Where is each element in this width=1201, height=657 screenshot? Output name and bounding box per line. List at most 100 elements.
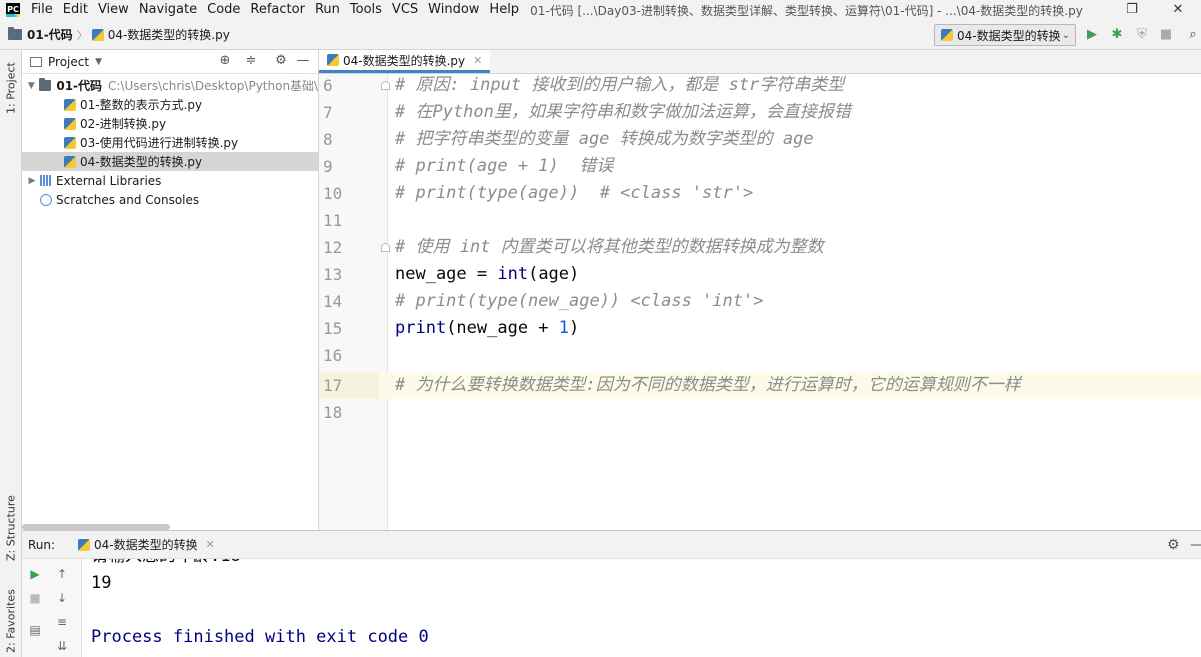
breadcrumb-project[interactable]: 01-代码 〉 bbox=[0, 26, 90, 43]
chevron-right-icon: 〉 bbox=[76, 28, 88, 42]
code-editor[interactable]: 04-数据类型的转换.py ✕ 6 # 原因: input 接收到的用户输入，都… bbox=[319, 50, 1201, 530]
tree-external-libraries[interactable]: ▶ External Libraries bbox=[22, 171, 318, 190]
tree-file-item-selected[interactable]: 04-数据类型的转换.py bbox=[22, 152, 318, 171]
code-text: (age) bbox=[528, 264, 580, 284]
code-line: 6 # 原因: input 接收到的用户输入，都是 str字符串类型 bbox=[319, 72, 1201, 99]
tree-root-folder[interactable]: ▼ 01-代码 C:\Users\chris\Desktop\Python基础\… bbox=[22, 76, 318, 95]
menu-vcs[interactable]: VCS bbox=[387, 0, 423, 20]
line-number: 10 bbox=[323, 184, 343, 203]
close-icon[interactable]: ✕ bbox=[473, 54, 482, 67]
line-number: 6 bbox=[323, 76, 333, 95]
menu-navigate[interactable]: Navigate bbox=[134, 0, 202, 20]
code-comment: # print(type(new_age)) <class 'int'> bbox=[395, 291, 764, 311]
code-comment: # 把字符串类型的变量 age 转换成为数字类型的 age bbox=[395, 129, 814, 149]
code-comment: # 使用 int 内置类可以将其他类型的数据转换成为整数 bbox=[395, 237, 824, 257]
restore-window-icon[interactable]: ❐ bbox=[1109, 0, 1155, 20]
menu-tools[interactable]: Tools bbox=[345, 0, 387, 20]
project-panel-title[interactable]: Project bbox=[48, 55, 89, 69]
run-label: Run: bbox=[28, 537, 56, 552]
line-number: 7 bbox=[323, 103, 333, 122]
run-icon[interactable]: ▶ bbox=[1084, 27, 1100, 43]
menu-edit[interactable]: Edit bbox=[58, 0, 93, 20]
close-window-icon[interactable]: ✕ bbox=[1155, 0, 1201, 20]
line-number: 15 bbox=[323, 319, 343, 338]
editor-tab-bar: 04-数据类型的转换.py ✕ bbox=[319, 50, 1201, 74]
menu-window[interactable]: Window bbox=[423, 0, 484, 20]
pycharm-logo-icon: PC bbox=[6, 3, 20, 17]
line-number: 17 bbox=[319, 372, 379, 399]
line-number: 11 bbox=[323, 211, 343, 230]
breadcrumb-file[interactable]: 04-数据类型的转换.py bbox=[90, 26, 230, 43]
run-configuration-select[interactable]: 04-数据类型的转换 ⌄ bbox=[934, 24, 1076, 46]
menu-refactor[interactable]: Refactor bbox=[245, 0, 310, 20]
external-libraries-label: External Libraries bbox=[56, 173, 162, 188]
code-line: 11 bbox=[319, 207, 1201, 234]
breadcrumb-file-label: 04-数据类型的转换.py bbox=[107, 28, 230, 42]
tree-file-item[interactable]: 02-进制转换.py bbox=[22, 114, 318, 133]
scratches-label: Scratches and Consoles bbox=[56, 192, 200, 207]
tree-file-item[interactable]: 01-整数的表示方式.py bbox=[22, 95, 318, 114]
run-tab-label: 04-数据类型的转换 bbox=[94, 538, 198, 552]
fold-marker-icon[interactable] bbox=[381, 243, 390, 252]
hide-icon[interactable]: — bbox=[294, 53, 312, 68]
tree-scratches[interactable]: Scratches and Consoles bbox=[22, 190, 318, 209]
run-configuration-label: 04-数据类型的转换 bbox=[957, 28, 1061, 43]
menu-help[interactable]: Help bbox=[484, 0, 524, 20]
gear-icon[interactable]: ⚙ bbox=[272, 53, 290, 68]
hide-icon[interactable]: — bbox=[1190, 537, 1201, 553]
library-icon bbox=[40, 175, 52, 186]
code-number: 1 bbox=[558, 318, 570, 338]
scratches-icon bbox=[40, 193, 52, 206]
line-number: 14 bbox=[323, 292, 343, 311]
python-file-icon bbox=[91, 28, 104, 41]
python-file-icon bbox=[64, 155, 76, 168]
close-icon[interactable]: ✕ bbox=[206, 538, 215, 551]
tree-root-label: 01-代码 bbox=[56, 79, 103, 93]
line-number: 13 bbox=[323, 265, 343, 284]
menu-file[interactable]: File bbox=[26, 0, 58, 20]
collapse-all-icon[interactable]: ≑ bbox=[242, 53, 260, 68]
editor-tab-active[interactable]: 04-数据类型的转换.py ✕ bbox=[319, 50, 491, 73]
menu-view[interactable]: View bbox=[93, 0, 134, 20]
console-line-input-prompt: 请输入您的年龄:18 bbox=[91, 559, 241, 570]
left-tool-stripe: 1: Project Z: Structure 2: Favorites bbox=[0, 50, 22, 657]
code-line: 16 bbox=[319, 342, 1201, 369]
code-line: 10 # print(type(age)) # <class 'str'> bbox=[319, 180, 1201, 207]
python-file-icon bbox=[941, 29, 953, 41]
favorites-tool-tab[interactable]: 2: Favorites bbox=[2, 584, 20, 657]
console-output[interactable]: 请输入您的年龄:18 19 Process finished with exit… bbox=[22, 559, 1201, 657]
python-file-icon bbox=[64, 98, 76, 111]
chevron-down-icon: ⌄ bbox=[1061, 29, 1070, 41]
menu-bar: PC File Edit View Navigate Code Refactor… bbox=[0, 0, 1201, 20]
gear-icon[interactable]: ⚙ bbox=[1167, 537, 1180, 553]
project-tool-tab[interactable]: 1: Project bbox=[2, 54, 20, 122]
debug-icon[interactable]: ✱ bbox=[1109, 27, 1125, 43]
console-line-output: 19 bbox=[91, 573, 112, 593]
window-title: 01-代码 [...\Day03-进制转换、数据类型详解、类型转换、运算符\01… bbox=[530, 3, 1083, 18]
chevron-down-icon: ▼ bbox=[27, 80, 35, 91]
code-text: new_age = bbox=[395, 264, 498, 284]
tree-file-label: 02-进制转换.py bbox=[80, 117, 167, 131]
run-panel-header: Run: 04-数据类型的转换 ✕ ⚙ — bbox=[22, 531, 1201, 559]
structure-tool-tab[interactable]: Z: Structure bbox=[2, 490, 20, 566]
menu-code[interactable]: Code bbox=[202, 0, 245, 20]
tree-file-label: 03-使用代码进行进制转换.py bbox=[80, 136, 239, 150]
line-number: 8 bbox=[323, 130, 333, 149]
line-number: 9 bbox=[323, 157, 333, 176]
code-comment: # 原因: input 接收到的用户输入，都是 str字符串类型 bbox=[395, 75, 845, 95]
coverage-icon[interactable]: ⛨ bbox=[1134, 27, 1150, 43]
tree-file-item[interactable]: 03-使用代码进行进制转换.py bbox=[22, 133, 318, 152]
code-line: 8 # 把字符串类型的变量 age 转换成为数字类型的 age bbox=[319, 126, 1201, 153]
code-line: 12 # 使用 int 内置类可以将其他类型的数据转换成为整数 bbox=[319, 234, 1201, 261]
python-file-icon bbox=[327, 54, 339, 66]
chevron-down-icon[interactable]: ▼ bbox=[95, 57, 102, 67]
stop-icon[interactable]: ■ bbox=[1158, 27, 1174, 43]
run-tab[interactable]: 04-数据类型的转换 ✕ bbox=[72, 536, 221, 553]
console-finish-message: Process finished with exit code 0 bbox=[91, 627, 429, 647]
menu-run[interactable]: Run bbox=[310, 0, 345, 20]
search-icon[interactable]: ⌕ bbox=[1185, 27, 1201, 43]
python-file-icon bbox=[64, 136, 76, 149]
fold-marker-icon[interactable] bbox=[381, 81, 390, 90]
locate-icon[interactable]: ⊕ bbox=[216, 53, 234, 68]
code-line: 18 bbox=[319, 399, 1201, 426]
